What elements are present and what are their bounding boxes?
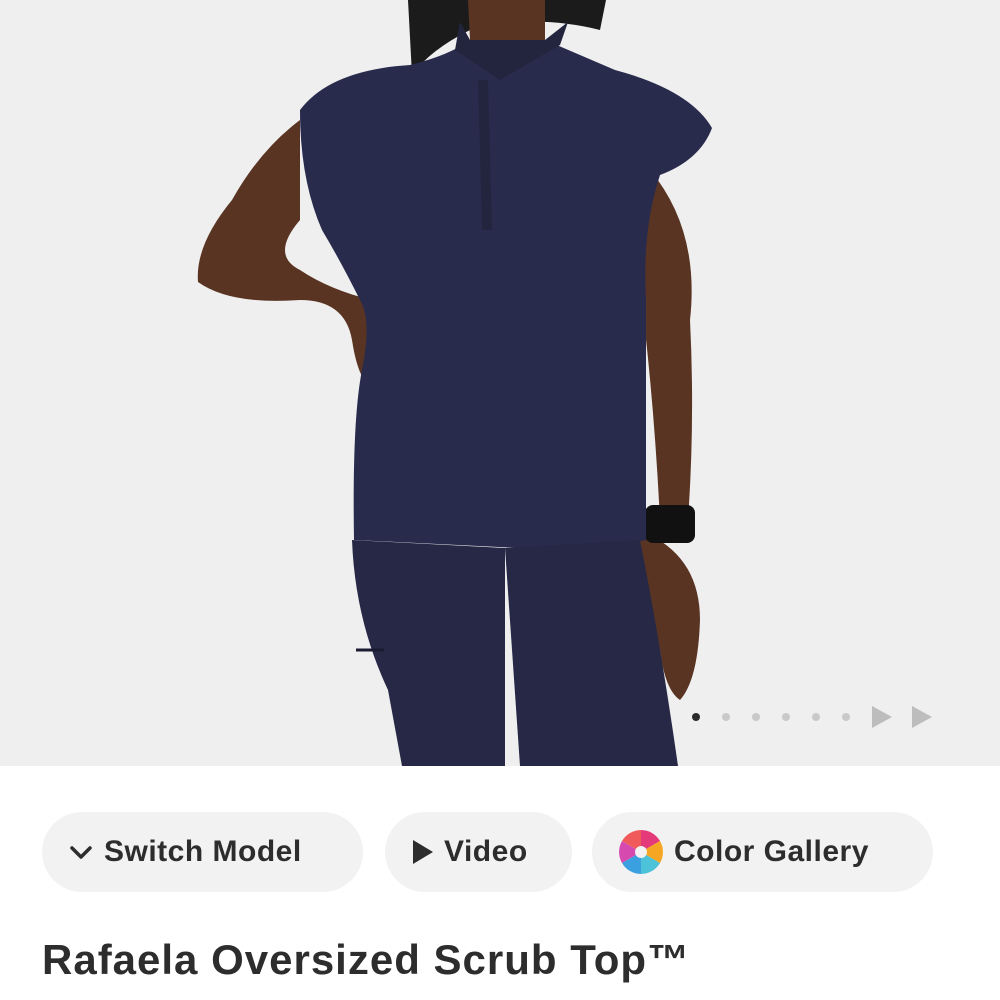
carousel-dot[interactable] (752, 713, 760, 721)
media-action-buttons: Switch Model Video Color Gallery (42, 812, 933, 892)
play-icon (412, 839, 434, 865)
carousel-dot[interactable] (782, 713, 790, 721)
product-photo (197, 0, 712, 766)
carousel-dot[interactable] (812, 713, 820, 721)
product-image-carousel[interactable] (0, 0, 1000, 766)
color-wheel-icon (618, 829, 664, 875)
color-gallery-button[interactable]: Color Gallery (592, 812, 933, 892)
carousel-dot[interactable] (692, 713, 700, 721)
next-arrow-icon[interactable] (872, 706, 892, 728)
product-title: Rafaela Oversized Scrub Top™ (42, 936, 691, 983)
switch-model-label: Switch Model (104, 835, 302, 868)
color-gallery-label: Color Gallery (674, 835, 869, 868)
chevron-down-icon (68, 839, 94, 865)
next-arrow-icon[interactable] (912, 706, 932, 728)
switch-model-button[interactable]: Switch Model (42, 812, 363, 892)
video-button[interactable]: Video (385, 812, 572, 892)
carousel-dot[interactable] (842, 713, 850, 721)
carousel-indicators (692, 704, 932, 730)
carousel-dot[interactable] (722, 713, 730, 721)
video-label: Video (444, 835, 528, 868)
